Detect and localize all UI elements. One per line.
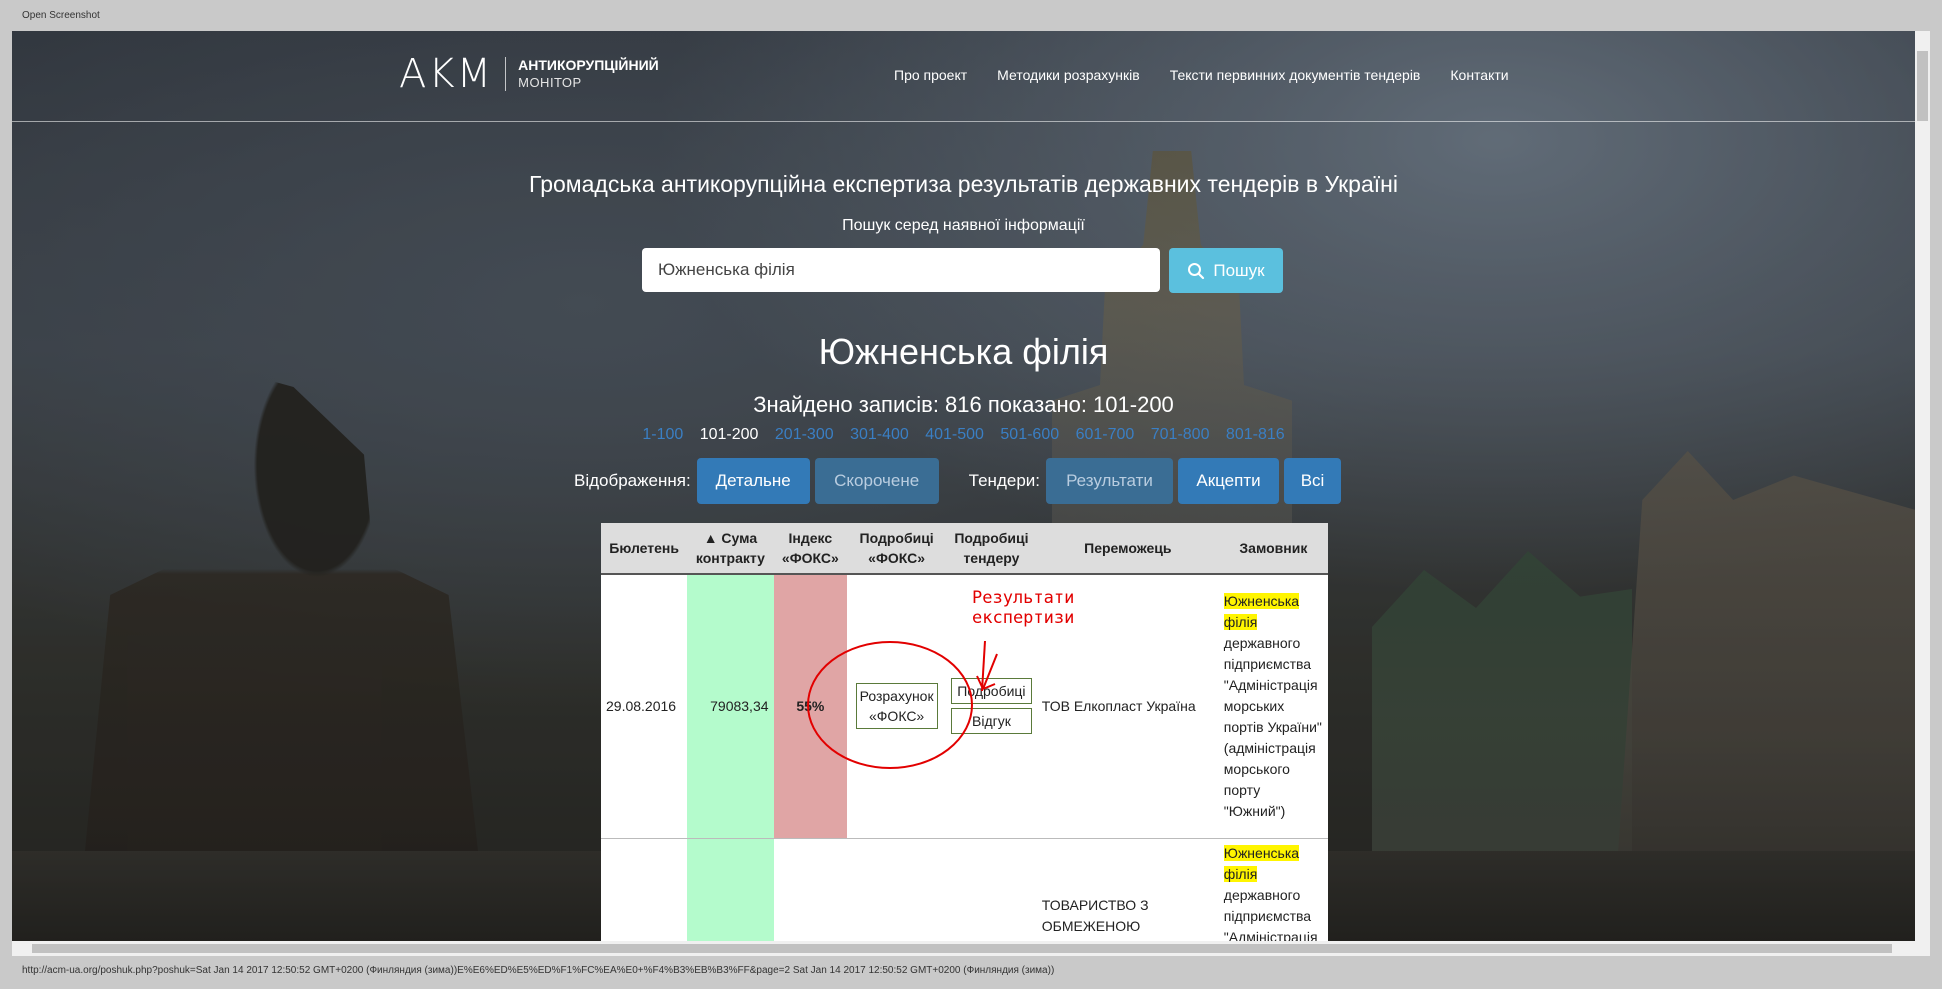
- customer-highlight: Южненська філія: [1223, 844, 1300, 882]
- page-link[interactable]: 401-500: [925, 426, 984, 443]
- table-row: ТОВАРИСТВО З ОБМЕЖЕНОЮ Южненська філія д…: [601, 837, 1328, 942]
- vertical-scroll-thumb[interactable]: [1917, 51, 1928, 121]
- main-nav: Про проект Методики розрахунків Тексти п…: [894, 67, 1539, 83]
- cell-bulletin: [601, 837, 688, 941]
- tenders-results-button[interactable]: Результати: [1046, 458, 1173, 504]
- page-link[interactable]: 1-100: [642, 426, 683, 443]
- logo-line1: АНТИКОРУПЦІЙНИЙ: [518, 57, 659, 73]
- annotation-line1: Результати: [972, 588, 1075, 608]
- page-current: 101-200: [699, 426, 759, 443]
- view-controls: Відображення: Детальне Скорочене Тендери…: [574, 458, 1346, 504]
- col-tender-details: Подробиці тендеру: [946, 523, 1037, 575]
- site-logo[interactable]: AKM АНТИКОРУПЦІЙНИЙ МОНІТОР: [399, 53, 659, 95]
- col-winner[interactable]: Переможець: [1036, 523, 1219, 575]
- pagination: 1-100 101-200 201-300 301-400 401-500 50…: [12, 426, 1915, 444]
- customer-rest: державного підприємства "Адміністрація м…: [1223, 634, 1322, 819]
- page-title: Громадська антикорупційна експертиза рез…: [529, 171, 1398, 197]
- found-count: Знайдено записів: 816 показано: 101-200: [753, 392, 1174, 417]
- arrow-icon: [976, 653, 998, 690]
- col-fox-index[interactable]: Індекс «ФОКС»: [773, 523, 848, 575]
- nav-documents[interactable]: Тексти первинних документів тендерів: [1170, 67, 1421, 83]
- page-link[interactable]: 501-600: [1000, 426, 1059, 443]
- cell-fox-details: [847, 837, 947, 941]
- annotation-line2: експертизи: [972, 608, 1075, 628]
- status-bar: http://acm-ua.org/poshuk.php?poshuk=Sat …: [22, 965, 1055, 976]
- tenders-label: Тендери:: [968, 471, 1040, 490]
- customer-rest: державного підприємства "Адміністрація: [1223, 886, 1318, 942]
- horizontal-scroll-thumb[interactable]: [32, 944, 1892, 953]
- col-bulletin[interactable]: Бюлетень: [601, 523, 688, 575]
- annotation-text: Результати експертизи: [972, 588, 1074, 628]
- query-title: Южненська філія: [818, 331, 1109, 372]
- cell-sum: 79083,34: [687, 573, 774, 838]
- table-header-row: Бюлетень ▲ Сума контракту Індекс «ФОКС» …: [601, 523, 1328, 575]
- annotation-circle: [807, 641, 973, 769]
- window-title: Open Screenshot: [22, 10, 100, 21]
- browser-viewport: AKM АНТИКОРУПЦІЙНИЙ МОНІТОР Про проект М…: [12, 31, 1915, 941]
- page-link[interactable]: 601-700: [1076, 426, 1135, 443]
- display-label: Відображення:: [574, 471, 691, 490]
- nav-about[interactable]: Про проект: [894, 67, 967, 83]
- cell-tender-details: [946, 837, 1037, 941]
- display-detailed-button[interactable]: Детальне: [696, 458, 810, 504]
- annotation-arrowhead: [976, 653, 998, 690]
- col-sum[interactable]: ▲ Сума контракту: [687, 523, 774, 575]
- site-header: AKM АНТИКОРУПЦІЙНИЙ МОНІТОР Про проект М…: [12, 31, 1915, 122]
- nav-methods[interactable]: Методики розрахунків: [997, 67, 1140, 83]
- tenders-accepts-button[interactable]: Акцепти: [1178, 458, 1279, 504]
- vertical-scrollbar[interactable]: [1915, 31, 1930, 941]
- horizontal-scrollbar[interactable]: [12, 941, 1930, 956]
- cell-customer: Южненська філія державного підприємства …: [1218, 837, 1328, 942]
- cell-sum: [687, 837, 774, 941]
- display-short-button[interactable]: Скорочене: [814, 458, 939, 504]
- page-link[interactable]: 701-800: [1151, 426, 1210, 443]
- search-icon: [1188, 262, 1205, 279]
- cell-fox-index: [773, 837, 848, 941]
- logo-mark: AKM: [399, 51, 494, 97]
- customer-highlight: Южненська філія: [1223, 592, 1300, 630]
- cell-customer: Южненська філія державного підприємства …: [1218, 573, 1328, 838]
- nav-contacts[interactable]: Контакти: [1450, 67, 1508, 83]
- logo-divider: [505, 57, 507, 91]
- col-fox-details: Подробиці «ФОКС»: [847, 523, 947, 575]
- search-button-label: Пошук: [1213, 260, 1265, 280]
- page-link[interactable]: 301-400: [850, 426, 909, 443]
- search-button[interactable]: Пошук: [1169, 248, 1283, 293]
- search-input[interactable]: [642, 248, 1160, 292]
- logo-line2: МОНІТОР: [518, 75, 582, 90]
- col-customer[interactable]: Замовник: [1218, 523, 1328, 575]
- tenders-all-button[interactable]: Всі: [1284, 458, 1341, 504]
- cell-bulletin: 29.08.2016: [601, 573, 688, 838]
- cell-winner: ТОВАРИСТВО З ОБМЕЖЕНОЮ: [1036, 837, 1219, 941]
- search-label: Пошук серед наявної інформації: [842, 217, 1085, 234]
- page-link[interactable]: 801-816: [1226, 426, 1285, 443]
- page-link[interactable]: 201-300: [775, 426, 834, 443]
- logo-text: АНТИКОРУПЦІЙНИЙ МОНІТОР: [518, 57, 659, 91]
